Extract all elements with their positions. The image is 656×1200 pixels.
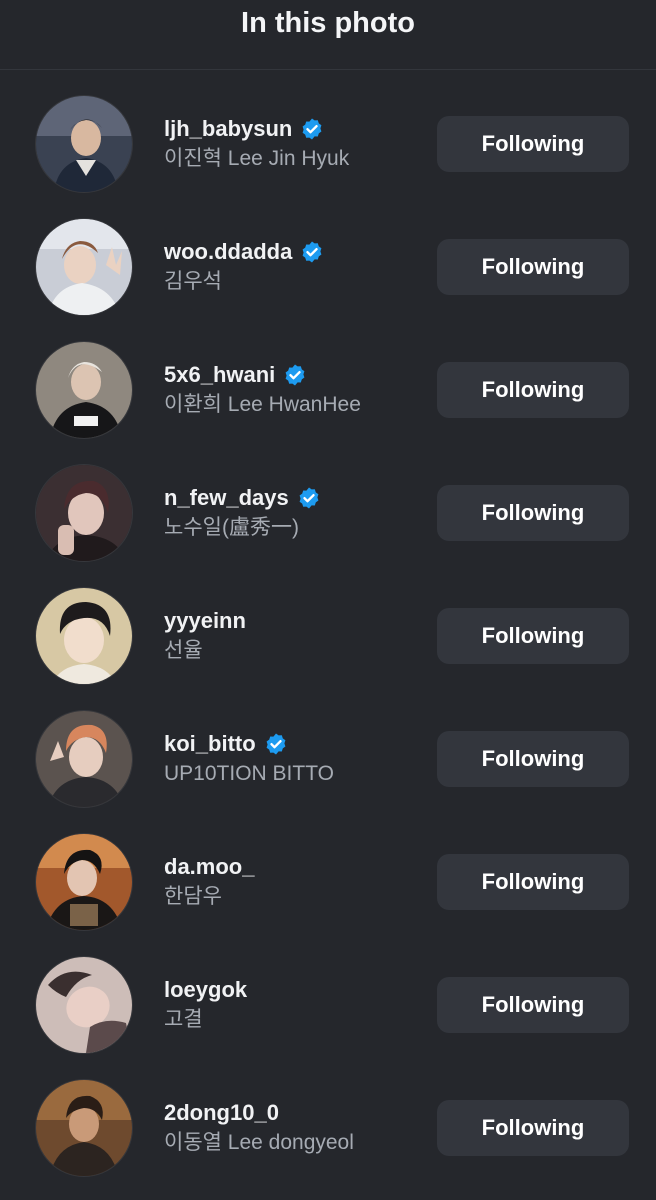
username[interactable]: woo.ddadda <box>164 239 292 265</box>
verified-badge-icon <box>302 241 322 263</box>
following-button[interactable]: Following <box>437 854 629 910</box>
page-title: In this photo <box>241 7 415 39</box>
full-name: 고결 <box>164 1008 203 1031</box>
full-name: 이동열 Lee dongyeol <box>164 1131 354 1154</box>
following-button[interactable]: Following <box>437 239 629 295</box>
username[interactable]: ljh_babysun <box>164 116 292 142</box>
in-this-photo-sheet: In this photo ljh_babysun 이진혁 Lee Jin Hy… <box>0 0 656 1200</box>
username[interactable]: 2dong10_0 <box>164 1100 279 1126</box>
username[interactable]: 5x6_hwani <box>164 362 275 388</box>
list-item[interactable]: ljh_babysun 이진혁 Lee Jin Hyuk Following <box>0 96 656 219</box>
list-item[interactable]: da.moo_ 한담우 Following <box>0 834 656 957</box>
verified-badge-icon <box>285 364 305 386</box>
full-name: UP10TION BITTO <box>164 762 334 785</box>
avatar[interactable] <box>36 834 132 930</box>
list-item[interactable]: koi_bitto UP10TION BITTO Following <box>0 711 656 834</box>
full-name: 김우석 <box>164 270 222 293</box>
verified-badge-icon <box>302 118 322 140</box>
list-item[interactable]: 2dong10_0 이동열 Lee dongyeol Following <box>0 1080 656 1200</box>
username[interactable]: koi_bitto <box>164 731 256 757</box>
avatar[interactable] <box>36 342 132 438</box>
avatar[interactable] <box>36 588 132 684</box>
avatar[interactable] <box>36 957 132 1053</box>
username[interactable]: da.moo_ <box>164 854 254 880</box>
following-button[interactable]: Following <box>437 608 629 664</box>
avatar[interactable] <box>36 96 132 192</box>
avatar[interactable] <box>36 465 132 561</box>
verified-badge-icon <box>299 487 319 509</box>
verified-badge-icon <box>266 733 286 755</box>
sheet-header: In this photo <box>0 0 656 70</box>
full-name: 이진혁 Lee Jin Hyuk <box>164 147 350 170</box>
following-button[interactable]: Following <box>437 977 629 1033</box>
full-name: 이환희 Lee HwanHee <box>164 393 361 416</box>
username[interactable]: yyyeinn <box>164 608 246 634</box>
avatar[interactable] <box>36 219 132 315</box>
username[interactable]: loeygok <box>164 977 247 1003</box>
following-button[interactable]: Following <box>437 731 629 787</box>
following-button[interactable]: Following <box>437 116 629 172</box>
list-item[interactable]: loeygok 고결 Following <box>0 957 656 1080</box>
avatar[interactable] <box>36 711 132 807</box>
list-item[interactable]: 5x6_hwani 이환희 Lee HwanHee Following <box>0 342 656 465</box>
list-item[interactable]: n_few_days 노수일(盧秀一) Following <box>0 465 656 588</box>
full-name: 노수일(盧秀一) <box>164 516 299 539</box>
following-button[interactable]: Following <box>437 485 629 541</box>
full-name: 한담우 <box>164 885 222 908</box>
avatar[interactable] <box>36 1080 132 1176</box>
full-name: 선율 <box>164 639 203 662</box>
list-item[interactable]: yyyeinn 선율 Following <box>0 588 656 711</box>
following-button[interactable]: Following <box>437 1100 629 1156</box>
list-item[interactable]: woo.ddadda 김우석 Following <box>0 219 656 342</box>
username[interactable]: n_few_days <box>164 485 289 511</box>
following-button[interactable]: Following <box>437 362 629 418</box>
